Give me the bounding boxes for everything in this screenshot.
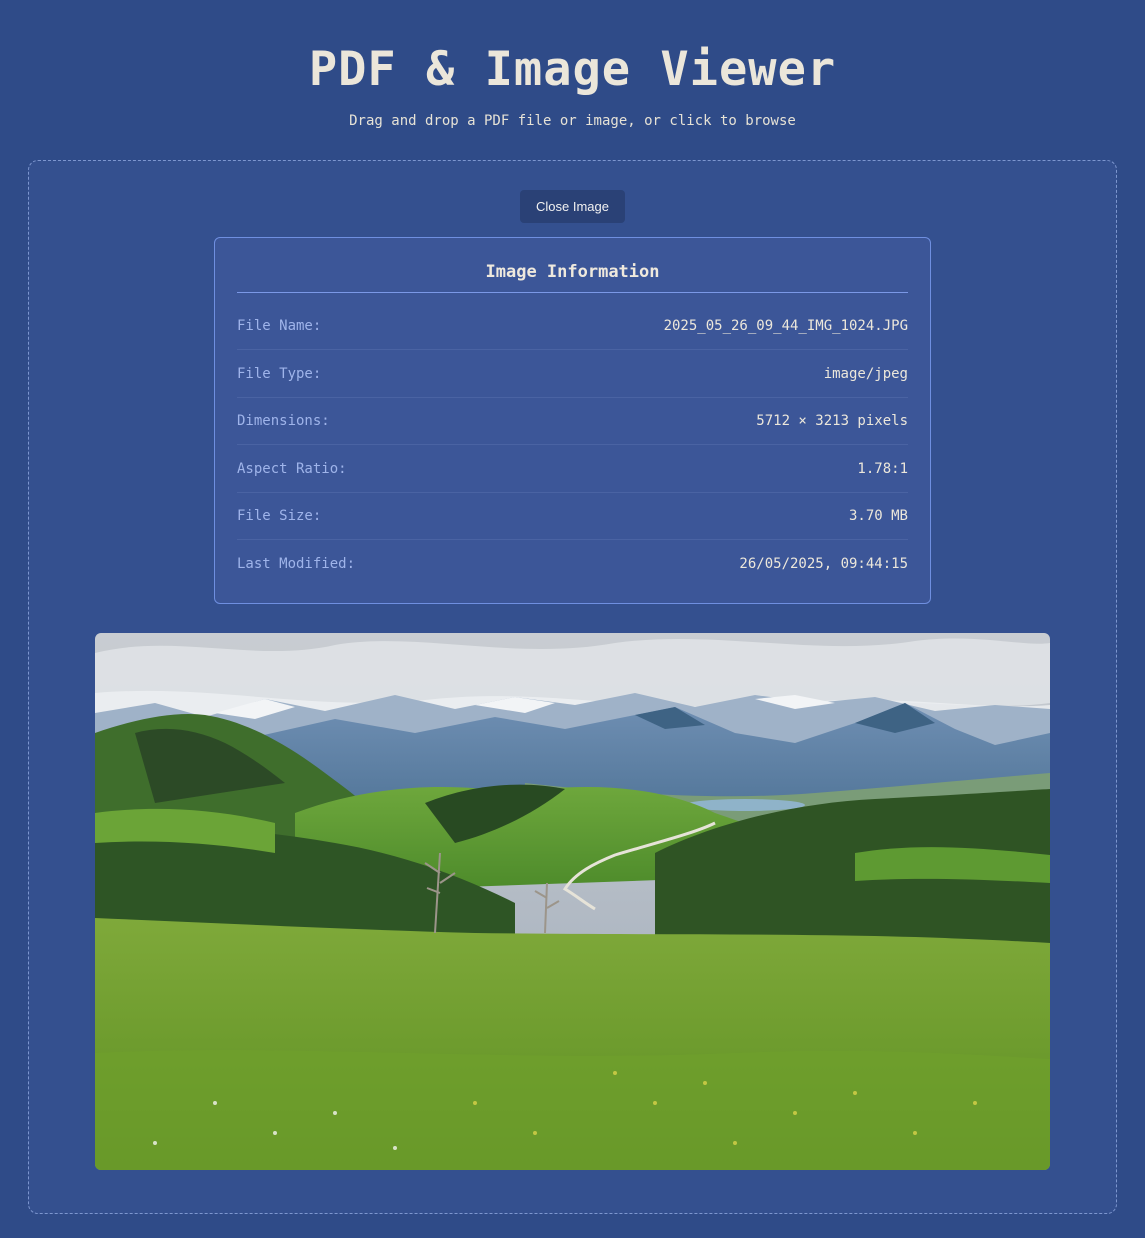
info-row-last-modified: Last Modified: 26/05/2025, 09:44:15 xyxy=(237,541,908,588)
info-row-aspect-ratio: Aspect Ratio: 1.78:1 xyxy=(237,446,908,493)
info-divider xyxy=(237,292,908,293)
info-value: 1.78:1 xyxy=(857,461,908,477)
info-value: 26/05/2025, 09:44:15 xyxy=(739,556,908,572)
image-preview xyxy=(95,633,1050,1170)
page-subtitle: Drag and drop a PDF file or image, or cl… xyxy=(349,113,796,129)
landscape-photo xyxy=(95,633,1050,1170)
info-label: Last Modified: xyxy=(237,556,356,572)
info-row-file-name: File Name: 2025_05_26_09_44_IMG_1024.JPG xyxy=(237,303,908,350)
info-value: 5712 × 3213 pixels xyxy=(756,413,908,429)
info-label: File Name: xyxy=(237,318,322,334)
info-label: Aspect Ratio: xyxy=(237,461,347,477)
info-value: image/jpeg xyxy=(823,366,908,382)
info-row-file-size: File Size: 3.70 MB xyxy=(237,493,908,540)
image-info-panel: Image Information File Name: 2025_05_26_… xyxy=(214,237,931,604)
info-value: 3.70 MB xyxy=(848,508,908,524)
info-label: Dimensions: xyxy=(237,413,330,429)
page-title: PDF & Image Viewer xyxy=(308,42,837,97)
info-label: File Size: xyxy=(237,508,322,524)
close-image-button[interactable]: Close Image xyxy=(520,190,625,223)
info-label: File Type: xyxy=(237,366,322,382)
info-panel-title: Image Information xyxy=(485,262,660,282)
info-row-dimensions: Dimensions: 5712 × 3213 pixels xyxy=(237,398,908,445)
info-value: 2025_05_26_09_44_IMG_1024.JPG xyxy=(663,318,908,334)
info-row-file-type: File Type: image/jpeg xyxy=(237,351,908,398)
